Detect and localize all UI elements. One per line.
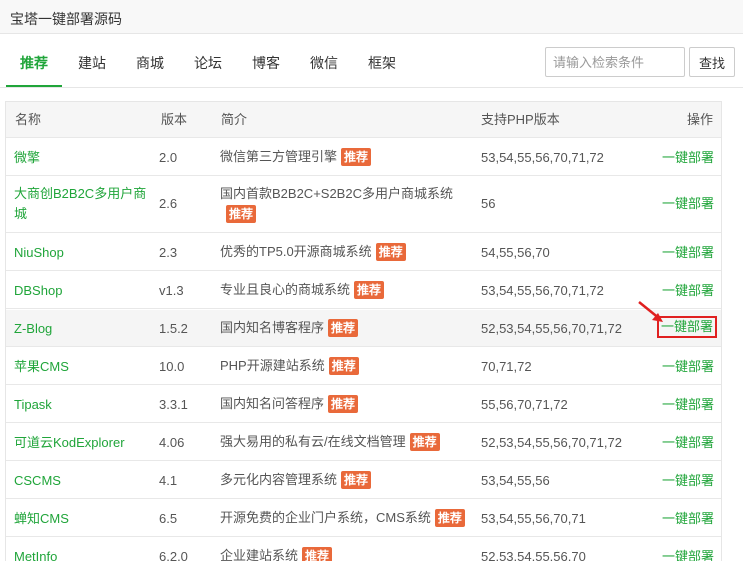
tab-website[interactable]: 建站 xyxy=(78,53,106,73)
app-name[interactable]: MetInfo xyxy=(14,547,57,561)
deploy-button[interactable]: 一键部署 xyxy=(662,509,714,529)
app-name[interactable]: 大商创B2B2C多用户商 xyxy=(14,184,146,204)
app-desc: PHP开源建站系统 推荐 xyxy=(220,356,359,376)
app-version: 3.3.1 xyxy=(159,397,188,412)
table-row: 蝉知CMS 6.5 开源免费的企业门户系统，CMS系统 推荐 53,54,55,5… xyxy=(6,500,721,537)
deploy-button[interactable]: 一键部署 xyxy=(656,316,717,338)
app-php: 56 xyxy=(481,196,496,211)
app-name[interactable]: DBShop xyxy=(14,281,62,301)
deploy-button[interactable]: 一键部署 xyxy=(662,357,714,377)
app-php: 53,54,55,56 xyxy=(481,473,550,488)
table-row: NiuShop 2.3 优秀的TP5.0开源商城系统 推荐 54,55,56,70… xyxy=(6,234,721,271)
tab-forum[interactable]: 论坛 xyxy=(194,53,222,73)
app-desc: 微信第三方管理引擎 推荐 xyxy=(220,147,372,167)
app-desc: 国内首款B2B2C+S2B2C多用户商城系统推荐 xyxy=(220,186,453,223)
header-desc: 简介 xyxy=(221,112,248,127)
table-row: 微擎 2.0 微信第三方管理引擎 推荐 53,54,55,56,70,71,72 … xyxy=(6,139,721,176)
app-desc: 国内知名问答程序 推荐 xyxy=(220,394,359,414)
app-php: 70,71,72 xyxy=(481,359,532,374)
table-row: Tipask 3.3.1 国内知名问答程序 推荐 55,56,70,71,72 一… xyxy=(6,386,721,423)
recommend-badge: 推荐 xyxy=(328,395,359,413)
recommend-badge: 推荐 xyxy=(434,509,465,527)
recommend-badge: 推荐 xyxy=(341,471,372,489)
deploy-button[interactable]: 一键部署 xyxy=(662,433,714,453)
app-php: 53,54,55,56,70,71,72 xyxy=(481,283,604,298)
app-desc: 企业建站系统 推荐 xyxy=(220,546,333,561)
table-header: 名称 版本 简介 支持PHP版本 操作 xyxy=(6,102,721,138)
deploy-button[interactable]: 一键部署 xyxy=(662,281,714,301)
table-row: Z-Blog 1.5.2 国内知名博客程序 推荐 52,53,54,55,56,7… xyxy=(6,310,721,347)
app-php: 52,53,54,55,56,70 xyxy=(481,549,586,561)
app-desc: 优秀的TP5.0开源商城系统 推荐 xyxy=(220,242,406,262)
app-php: 53,54,55,56,70,71 xyxy=(481,511,586,526)
app-version: 2.0 xyxy=(159,150,178,165)
header-op: 操作 xyxy=(686,112,713,127)
deploy-button[interactable]: 一键部署 xyxy=(662,547,714,561)
app-name[interactable]: Z-Blog xyxy=(14,319,52,339)
tab-wechat[interactable]: 微信 xyxy=(310,53,338,73)
app-version: v1.3 xyxy=(159,283,184,298)
app-version: 6.2.0 xyxy=(159,549,188,561)
deploy-table: 名称 版本 简介 支持PHP版本 操作 微擎 2.0 微信第三方管理引擎 推荐 5… xyxy=(5,101,722,561)
recommend-badge: 推荐 xyxy=(375,243,406,261)
app-name[interactable]: 微擎 xyxy=(14,148,40,168)
app-name[interactable]: NiuShop xyxy=(14,243,64,263)
table-row: 苹果CMS 10.0 PHP开源建站系统 推荐 70,71,72 一键部署 xyxy=(6,348,721,385)
table-row: 可道云KodExplorer 4.06 强大易用的私有云/在线文档管理 推荐 52… xyxy=(6,424,721,461)
app-version: 10.0 xyxy=(159,359,185,374)
table-row: MetInfo 6.2.0 企业建站系统 推荐 52,53,54,55,56,70… xyxy=(6,538,721,561)
app-version: 4.1 xyxy=(159,473,178,488)
app-desc: 强大易用的私有云/在线文档管理 推荐 xyxy=(220,432,440,452)
app-name[interactable]: 蝉知CMS xyxy=(14,509,69,529)
recommend-badge: 推荐 xyxy=(302,547,333,561)
active-tab-indicator xyxy=(6,85,62,87)
deploy-button[interactable]: 一键部署 xyxy=(662,243,714,263)
deploy-button[interactable]: 一键部署 xyxy=(662,471,714,491)
header-version: 版本 xyxy=(161,112,188,127)
tab-framework[interactable]: 框架 xyxy=(368,53,396,73)
recommend-badge: 推荐 xyxy=(409,433,440,451)
search-button[interactable]: 查找 xyxy=(689,47,735,77)
deploy-button[interactable]: 一键部署 xyxy=(662,395,714,415)
recommend-badge: 推荐 xyxy=(341,148,372,166)
app-php: 55,56,70,71,72 xyxy=(481,397,568,412)
recommend-badge: 推荐 xyxy=(328,319,359,337)
tab-mall[interactable]: 商城 xyxy=(136,53,164,73)
app-php: 53,54,55,56,70,71,72 xyxy=(481,150,604,165)
app-version: 6.5 xyxy=(159,511,178,526)
window-titlebar: 宝塔一键部署源码 xyxy=(0,0,743,34)
app-name[interactable]: 苹果CMS xyxy=(14,357,69,377)
recommend-badge: 推荐 xyxy=(226,205,257,223)
app-name[interactable]: Tipask xyxy=(14,395,52,415)
table-row: 大商创B2B2C多用户商 城 2.6 国内首款B2B2C+S2B2C多用户商城系… xyxy=(6,177,721,233)
table-row: CSCMS 4.1 多元化内容管理系统 推荐 53,54,55,56 一键部署 xyxy=(6,462,721,499)
tab-recommend[interactable]: 推荐 xyxy=(20,53,48,73)
app-php: 52,53,54,55,56,70,71,72 xyxy=(481,321,622,336)
window-title: 宝塔一键部署源码 xyxy=(10,11,122,27)
deploy-button[interactable]: 一键部署 xyxy=(662,148,714,168)
app-name[interactable]: CSCMS xyxy=(14,471,61,491)
search-input[interactable] xyxy=(545,47,685,77)
app-desc: 多元化内容管理系统 推荐 xyxy=(220,470,372,490)
header-php: 支持PHP版本 xyxy=(481,112,560,127)
app-desc: 专业且良心的商城系统 推荐 xyxy=(220,280,385,300)
app-name-wrap[interactable]: 城 xyxy=(14,204,27,224)
recommend-badge: 推荐 xyxy=(328,357,359,375)
app-name[interactable]: 可道云KodExplorer xyxy=(14,433,125,453)
app-php: 52,53,54,55,56,70,71,72 xyxy=(481,435,622,450)
app-desc: 国内知名博客程序 推荐 xyxy=(220,318,359,338)
app-version: 2.3 xyxy=(159,245,178,260)
recommend-badge: 推荐 xyxy=(354,281,385,299)
app-version: 1.5.2 xyxy=(159,321,188,336)
deploy-button[interactable]: 一键部署 xyxy=(662,194,714,214)
app-desc: 开源免费的企业门户系统，CMS系统 推荐 xyxy=(220,508,465,528)
app-version: 4.06 xyxy=(159,435,185,450)
app-version: 2.6 xyxy=(159,196,178,211)
tab-blog[interactable]: 博客 xyxy=(252,53,280,73)
app-php: 54,55,56,70 xyxy=(481,245,550,260)
header-name: 名称 xyxy=(15,112,42,127)
table-row: DBShop v1.3 专业且良心的商城系统 推荐 53,54,55,56,70,… xyxy=(6,272,721,309)
